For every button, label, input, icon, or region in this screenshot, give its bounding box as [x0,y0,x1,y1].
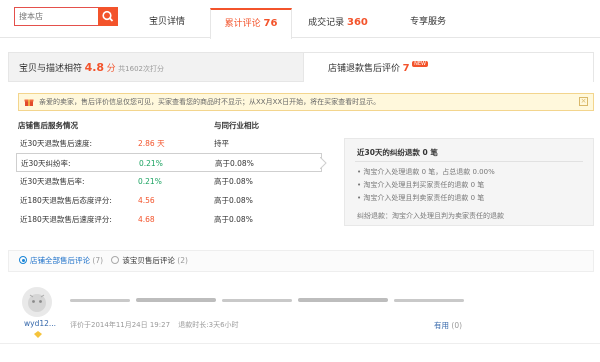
shop-search-box[interactable] [14,7,98,26]
review-filter-bar: 店铺全部售后评论 (7) 该宝贝售后评论 (2) [8,250,594,272]
detail-item: • 淘宝介入处理且判卖家责任的退款 0 笔 [357,194,485,202]
detail-item: • 淘宝介入处理且判买家责任的退款 0 笔 [357,181,485,189]
stats-compare: 高于0.08% [215,159,254,168]
tab-transactions[interactable]: 成交记录 360 [296,8,380,38]
pointer-arrow-icon [319,156,330,170]
stats-header-right: 与同行业相比 [214,121,259,130]
detail-title: 近30天的纠纷退款 0 笔 [357,148,438,157]
review-duration: 退款时长:3天6小时 [178,321,239,329]
seller-notice: 亲爱的卖家，售后评价信息仅您可见，买家查看您的商品时不显示；从XX月XX日开始，… [18,93,594,111]
radio-icon[interactable] [111,256,120,264]
score-unit: 分 [106,64,116,74]
refund-value: 7 [402,63,410,74]
stats-row: 近30天退款售后速度: 2.86 天 持平 [18,134,318,153]
stats-label: 近180天退款售后速度评分: [20,215,112,224]
tab-count: 360 [347,17,368,28]
user-avatar[interactable] [22,287,52,317]
review-text-blurred [70,296,470,306]
filter-count: (7) [92,256,104,265]
detail-item: • 淘宝介入处理退款 0 笔，占总退款 0.00% [357,168,495,176]
tab-services[interactable]: 专享服务 [388,8,468,38]
stats-row: 近30天退款售后率: 0.21% 高于0.08% [18,172,318,191]
search-icon [102,10,114,22]
filter-label: 该宝贝售后评论 [122,256,175,265]
stats-row: 近180天退款售后速度评分: 4.68 高于0.08% [18,210,318,229]
stats-compare: 高于0.08% [214,215,253,224]
useful-button[interactable]: 有用 (0) [434,320,462,331]
user-level-icon [34,331,42,340]
tab-label: 成交记录 [308,18,345,28]
tab-reviews[interactable]: 累计评论 76 [210,8,292,39]
search-button[interactable] [98,7,118,26]
bottom-divider [0,343,600,344]
new-badge: NEW [412,61,428,67]
review-username[interactable]: wyd12... [24,319,56,328]
refund-score-panel[interactable]: 店铺退款售后评价 7 NEW [304,52,594,82]
filter-count: (2) [177,256,188,265]
filter-label: 店铺全部售后评论 [30,256,90,265]
stats-label: 近180天退款售后态度评分: [20,196,112,205]
stats-label: 近30天纠纷率: [21,159,71,168]
tab-count: 76 [263,18,278,29]
filter-option-all[interactable]: 店铺全部售后评论 (7) [19,256,105,265]
stats-row-highlighted[interactable]: 近30天纠纷率: 0.21% 高于0.08% [16,153,322,172]
stats-value: 2.86 天 [138,139,165,148]
stats-value: 4.68 [138,215,155,224]
detail-footer: 纠纷退款：淘宝介入处理且判为卖家责任的退款 [357,212,504,220]
score-count: 共1602次打分 [118,65,164,73]
stats-header-left: 店铺售后服务情况 [18,121,78,130]
stats-compare: 高于0.08% [214,177,253,186]
close-icon[interactable]: × [579,97,588,106]
shop-search-input[interactable] [15,8,98,25]
stats-label: 近30天退款售后速度: [20,139,93,148]
score-label: 宝贝与描述相符 [19,64,83,74]
review-date: 评价于2014年11月24日 19:27 [70,321,171,329]
description-score-panel[interactable]: 宝贝与描述相符 4.8 分 共1602次打分 [8,52,304,82]
review-meta: 评价于2014年11月24日 19:27 退款时长:3天6小时 [70,320,239,330]
useful-count: (0) [451,321,463,330]
tab-item-detail[interactable]: 宝贝详情 [124,8,210,38]
stats-value: 0.21% [139,159,163,168]
refund-label: 店铺退款售后评价 [328,64,401,74]
avatar-icon [22,287,52,317]
tab-label: 累计评论 [224,19,261,29]
detail-divider [355,161,583,162]
dispute-detail-panel: 近30天的纠纷退款 0 笔 • 淘宝介入处理退款 0 笔，占总退款 0.00% … [344,138,594,226]
stats-compare: 高于0.08% [214,196,253,205]
stats-value: 4.56 [138,196,155,205]
stats-value: 0.21% [138,177,162,186]
stats-label: 近30天退款售后率: [20,177,85,186]
tab-label: 专享服务 [409,17,446,27]
radio-selected-icon[interactable] [19,256,27,264]
stats-compare: 持平 [214,139,229,148]
notice-text: 亲爱的卖家，售后评价信息仅您可见，买家查看您的商品时不显示；从XX月XX日开始，… [39,98,381,106]
filter-option-item[interactable]: 该宝贝售后评论 (2) [111,256,188,265]
gift-icon [24,99,34,106]
stats-row: 近180天退款售后态度评分: 4.56 高于0.08% [18,191,318,210]
score-value: 4.8 [84,61,105,74]
useful-label: 有用 [434,321,449,330]
tab-label: 宝贝详情 [148,17,185,27]
